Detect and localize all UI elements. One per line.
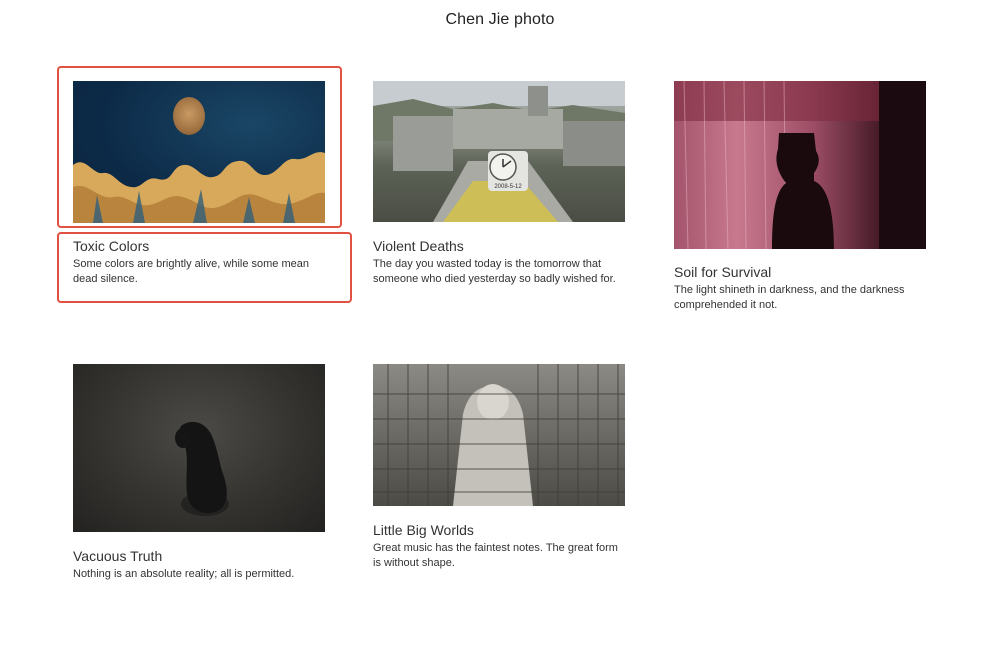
shoreline-graphic (73, 152, 325, 223)
silhouette-graphic (674, 81, 926, 249)
photo-violent-deaths[interactable]: 2008-5-12 (373, 81, 625, 222)
card-description: Nothing is an absolute reality; all is p… (73, 568, 295, 580)
buddha-scaffold-graphic (373, 364, 625, 506)
photo-soil-for-survival[interactable] (674, 81, 926, 249)
card-description: The light shineth in darkness, and the d… (674, 284, 905, 311)
ruins-graphic: 2008-5-12 (373, 81, 625, 222)
dog-graphic (175, 421, 229, 516)
card-description: Some colors are brightly alive, while so… (73, 258, 309, 285)
photo-little-big-worlds[interactable] (373, 364, 625, 506)
card-title[interactable]: Violent Deaths (373, 238, 464, 254)
card-title[interactable]: Toxic Colors (73, 238, 149, 254)
island-shape (173, 97, 205, 135)
page-title: Chen Jie photo (445, 11, 555, 28)
memorial-date-text: 2008-5-12 (494, 184, 522, 190)
card-description: Great music has the faintest notes. The … (373, 542, 618, 569)
card-title[interactable]: Vacuous Truth (73, 548, 162, 564)
card-title[interactable]: Little Big Worlds (373, 522, 474, 538)
photo-toxic-colors[interactable] (73, 81, 325, 223)
card-description: The day you wasted today is the tomorrow… (373, 258, 616, 285)
photo-vacuous-truth[interactable] (73, 364, 325, 532)
card-title[interactable]: Soil for Survival (674, 264, 771, 280)
